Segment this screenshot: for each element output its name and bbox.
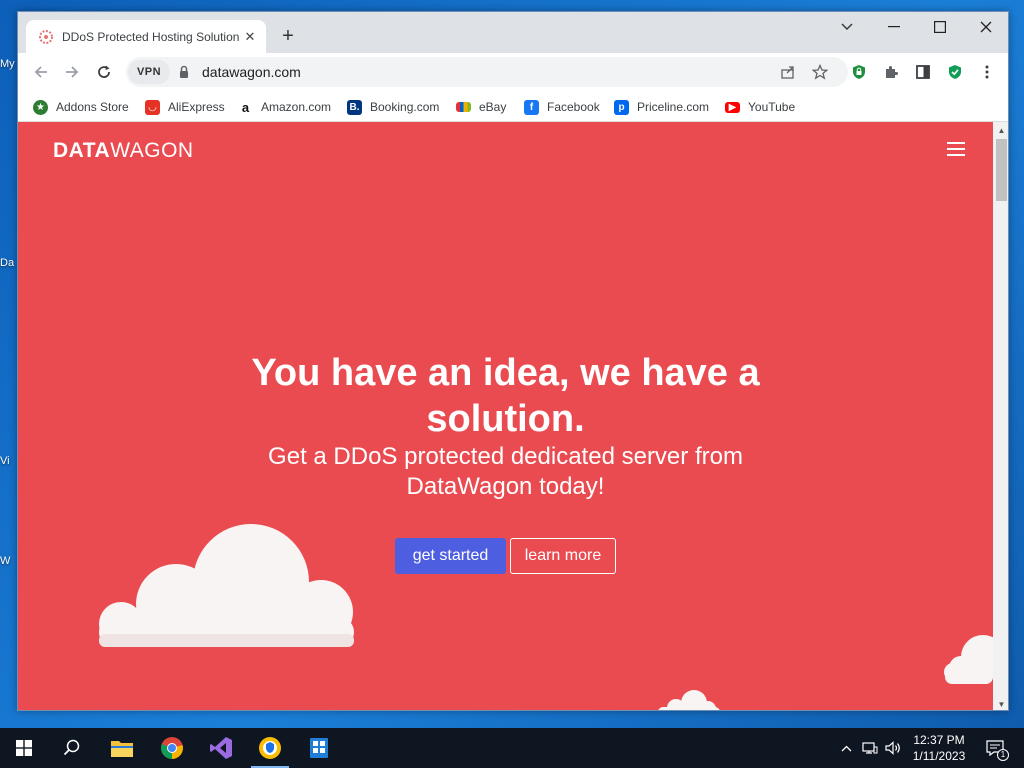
bookmark-amazon[interactable]: a Amazon.com [238,98,331,116]
tray-overflow-chevron-icon[interactable] [836,728,856,768]
tab-close-icon[interactable]: ✕ [242,29,258,45]
minimize-button[interactable] [871,12,917,42]
addons-store-icon: ★ [33,99,48,115]
priceline-icon: p [614,99,629,115]
tab-favicon-icon [38,29,54,45]
edge-cloud-illustration [944,635,993,684]
booking-icon: B. [347,99,362,115]
browser-tab[interactable]: DDoS Protected Hosting Solution ✕ [26,20,266,53]
bookmark-ebay[interactable]: eBay [456,98,506,116]
bookmark-priceline[interactable]: p Priceline.com [614,98,709,116]
close-window-button[interactable] [963,12,1008,42]
logo-bold-text: DATA [53,139,111,162]
scrollbar-thumb[interactable] [996,139,1007,201]
browser-window: DDoS Protected Hosting Solution ✕ + VPN … [17,11,1009,711]
new-tab-button[interactable]: + [277,26,299,48]
logo-light-text: WAGON [110,139,194,162]
page-viewport: DATAWAGON You have an idea, we have a so… [18,122,993,710]
bookmarks-bar: ★ Addons Store ◡ AliExpress a Amazon.com… [18,91,1008,122]
hamburger-menu-icon[interactable] [947,142,965,156]
lock-icon[interactable] [179,65,189,79]
page-scrollbar[interactable]: ▲ ▼ [993,122,1008,710]
notification-center-icon[interactable]: 1 [980,728,1010,768]
taskbar: 12:37 PM 1/11/2023 1 [0,728,1024,768]
chrome-icon[interactable] [150,732,194,764]
bookmark-facebook[interactable]: f Facebook [524,98,600,116]
small-cloud-illustration [658,690,720,710]
tab-search-icon[interactable] [824,12,870,42]
browser-app-icon[interactable] [248,732,292,764]
network-icon[interactable] [859,728,881,768]
forward-button[interactable] [61,61,83,83]
system-clock[interactable]: 12:37 PM 1/11/2023 [902,732,976,764]
notification-count-badge: 1 [997,749,1009,761]
browser-menu-icon[interactable] [977,62,997,82]
hero-subtitle: Get a DDoS protected dedicated server fr… [268,443,743,500]
vpn-badge[interactable]: VPN [128,60,170,84]
extensions-puzzle-icon[interactable] [881,62,901,82]
start-icon[interactable] [2,732,46,764]
desktop-icon-label[interactable]: Da [0,257,18,269]
bookmark-label: YouTube [748,100,796,114]
bookmark-label: Addons Store [56,100,129,114]
youtube-icon: ▶ [725,101,740,113]
bookmark-youtube[interactable]: ▶ YouTube [725,98,795,116]
clock-time: 12:37 PM [913,733,965,747]
bookmark-star-icon[interactable] [810,62,830,82]
facebook-icon: f [524,99,539,115]
reload-button[interactable] [93,61,115,83]
bookmark-label: eBay [479,100,507,114]
desktop-icon-label[interactable]: Vi [0,455,18,467]
desktop-icon-label[interactable]: W [0,555,18,567]
bookmark-label: Booking.com [370,100,440,114]
ebay-icon [456,102,471,112]
maximize-button[interactable] [917,12,963,42]
url-text[interactable]: datawagon.com [202,64,301,80]
bookmark-addons-store[interactable]: ★ Addons Store [33,98,129,116]
bookmark-aliexpress[interactable]: ◡ AliExpress [145,98,225,116]
security-extension-icon[interactable] [945,62,965,82]
site-logo[interactable]: DATAWAGON [53,139,194,163]
shield-extension-icon[interactable] [849,62,869,82]
hero-title: You have an idea, we have a solution. [251,352,760,440]
amazon-icon: a [238,99,253,115]
share-icon[interactable] [778,62,798,82]
get-started-button[interactable]: get started [395,538,506,574]
desktop-icon-label[interactable]: My [0,58,18,70]
store-app-icon[interactable] [297,732,341,764]
file-explorer-icon[interactable] [100,732,144,764]
bookmark-label: AliExpress [168,100,225,114]
volume-icon[interactable] [882,728,904,768]
tab-strip: DDoS Protected Hosting Solution ✕ + [18,12,1008,53]
browser-toolbar: VPN datawagon.com [18,53,1008,91]
learn-more-button[interactable]: learn more [510,538,616,574]
bookmark-booking[interactable]: B. Booking.com [347,98,439,116]
search-icon[interactable] [50,732,94,764]
aliexpress-icon: ◡ [145,99,160,115]
bookmark-label: Facebook [547,100,600,114]
scroll-down-arrow-icon[interactable]: ▼ [993,696,1008,710]
bookmark-label: Priceline.com [637,100,710,114]
tab-title: DDoS Protected Hosting Solution [62,29,240,44]
bookmark-label: Amazon.com [261,100,332,114]
cloud-illustration [99,524,354,647]
scroll-up-arrow-icon[interactable]: ▲ [993,122,1008,138]
back-button[interactable] [30,61,52,83]
clock-date: 1/11/2023 [912,749,966,763]
visual-studio-icon[interactable] [199,732,243,764]
side-panel-icon[interactable] [913,62,933,82]
